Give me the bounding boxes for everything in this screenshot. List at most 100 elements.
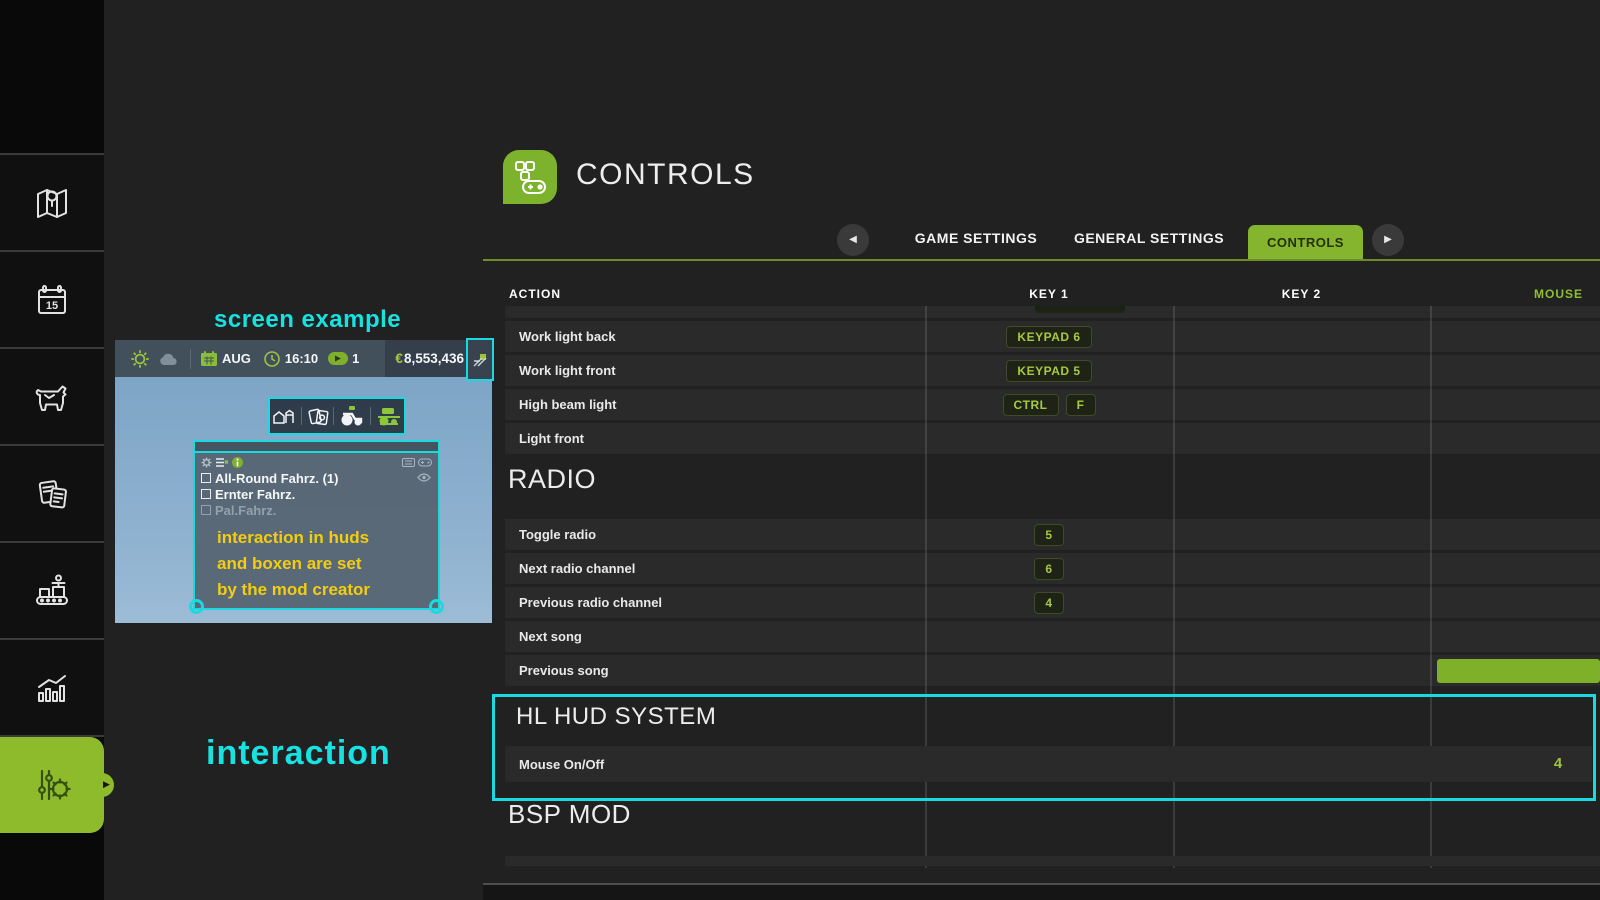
hud-list-item: All-Round Fahrz. (1) (195, 470, 438, 486)
topbar-separator (190, 349, 191, 369)
inset-speed-value: 1 (352, 351, 359, 366)
controls-settings-icon (29, 762, 75, 808)
sidebar-item-calendar[interactable]: 15 (0, 250, 104, 347)
harvester-icon (376, 405, 402, 427)
speed-badge-icon (328, 352, 348, 365)
hud-panel-drag-handle (195, 442, 438, 453)
clock-icon (263, 350, 281, 368)
inset-month-label: AUG (222, 351, 251, 366)
section-title-radio: RADIO (508, 464, 596, 495)
sidebar-item-contracts[interactable] (0, 444, 104, 541)
checkbox-icon (201, 505, 211, 515)
section-title-bsp-mod: BSP MOD (508, 799, 631, 830)
currency-symbol: € (395, 351, 403, 366)
hud-item-label: All-Round Fahrz. (1) (215, 471, 339, 486)
action-label: Work light front (519, 363, 616, 378)
hud-note-line: interaction in huds (217, 525, 438, 551)
column-header-key1: KEY 1 (925, 287, 1173, 301)
tab-game-settings[interactable]: GAME SETTINGS (900, 230, 1052, 246)
sidebar: 15 (0, 0, 104, 900)
key-binding-badge[interactable]: F (1066, 394, 1096, 416)
tab-underline (483, 259, 1600, 261)
sidebar-item-map[interactable] (0, 153, 104, 250)
gear-icon (201, 457, 212, 468)
table-row[interactable]: Light front (505, 423, 1600, 454)
tab-general-settings[interactable]: GENERAL SETTINGS (1060, 230, 1238, 246)
sidebar-item-animals[interactable] (0, 347, 104, 444)
sun-icon (129, 348, 151, 370)
key-binding-badge[interactable]: 5 (1034, 524, 1064, 546)
key-binding-badge[interactable]: 6 (1034, 558, 1064, 580)
gamepad-keys-icon (511, 158, 549, 196)
action-label: Previous radio channel (519, 595, 662, 610)
keyboard-icon (402, 458, 415, 467)
column-header-mouse: MOUSE (1430, 287, 1600, 301)
checkbox-icon (201, 489, 211, 499)
controls-settings-screen: 15 (0, 0, 1600, 900)
hl-hud-highlight-box (492, 694, 1596, 801)
hud-list-item: Pal.Fahrz. (195, 502, 438, 518)
table-row[interactable]: Next radio channel 6 (505, 553, 1600, 584)
statistics-icon (29, 665, 75, 711)
tab-controls[interactable]: CONTROLS (1248, 225, 1363, 260)
sidebar-item-production[interactable] (0, 541, 104, 638)
production-icon (29, 568, 75, 614)
table-row[interactable]: Toggle radio 5 (505, 519, 1600, 550)
resize-handle (189, 599, 204, 614)
hud-note-line: and boxen are set (217, 551, 438, 577)
action-label: Next radio channel (519, 561, 635, 576)
checkbox-icon (201, 473, 211, 483)
inset-money-value: 8,553,436 (404, 351, 464, 366)
hud-note-line: by the mod creator (217, 577, 438, 603)
action-label: Toggle radio (519, 527, 596, 542)
hud-panel-iconbar (195, 453, 438, 470)
table-row[interactable]: High beam light CTRL F (505, 389, 1600, 420)
gamepad-mini-icon (418, 458, 432, 467)
table-row[interactable]: Work light front KEYPAD 5 (505, 355, 1600, 386)
hud-item-label: Ernter Fahrz. (215, 487, 295, 502)
key-binding-badge[interactable]: KEYPAD 5 (1006, 360, 1091, 382)
sidebar-item-controls-settings[interactable]: ▶ (0, 737, 104, 833)
cloud-icon (159, 350, 181, 368)
filter-list-icon (216, 457, 228, 468)
hud-note-text: interaction in huds and boxen are set by… (217, 525, 438, 603)
animals-icon (29, 374, 75, 420)
key-binding-badge[interactable]: CTRL (1003, 394, 1059, 416)
sidebar-item-statistics[interactable] (0, 638, 104, 737)
tractor-icon (339, 405, 365, 427)
action-label: Light front (519, 431, 584, 446)
finances-icon (307, 406, 329, 426)
tabs-prev-button[interactable]: ◀ (837, 224, 869, 256)
calendar-icon: 15 (29, 277, 75, 323)
eye-icon (417, 473, 431, 482)
bottom-strip (483, 885, 1600, 900)
inset-time-label: 16:10 (285, 351, 318, 366)
map-icon (29, 180, 75, 226)
mouse-binding-active-bar[interactable] (1437, 659, 1600, 683)
action-label: Previous song (519, 663, 609, 678)
icon-separator (301, 407, 302, 425)
contracts-icon (29, 471, 75, 517)
key-binding-badge[interactable]: KEYPAD 6 (1006, 326, 1091, 348)
sidebar-active-notch: ▶ (90, 773, 114, 797)
tabs-next-button[interactable]: ▶ (1372, 224, 1404, 256)
key-binding-badge[interactable]: 4 (1034, 592, 1064, 614)
info-icon (232, 457, 243, 468)
action-label: Next song (519, 629, 582, 644)
table-row-partial-bottom (505, 856, 1600, 866)
action-label: Work light back (519, 329, 616, 344)
table-row[interactable]: Work light back KEYPAD 6 (505, 321, 1600, 352)
table-row[interactable]: Previous song (505, 655, 1600, 686)
calendar-mini-icon (200, 350, 218, 368)
table-row-partial-top (505, 306, 1600, 318)
table-row[interactable]: Next song (505, 621, 1600, 652)
annotation-interaction: interaction (206, 734, 391, 773)
table-row[interactable]: Previous radio channel 4 (505, 587, 1600, 618)
calendar-day-label: 15 (46, 300, 58, 312)
action-label: High beam light (519, 397, 617, 412)
hud-list-item: Ernter Fahrz. (195, 486, 438, 502)
page-title: CONTROLS (576, 158, 755, 192)
hud-item-label: Pal.Fahrz. (215, 503, 276, 518)
partial-key-badge (1035, 306, 1125, 313)
inset-hud-icon-row (268, 397, 406, 435)
